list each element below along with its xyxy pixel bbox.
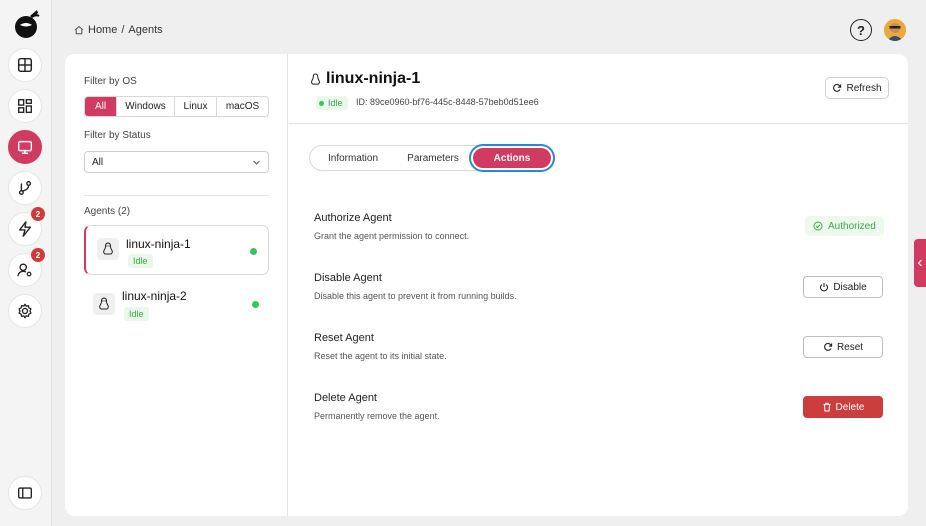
- chevron-left-icon: [917, 259, 922, 267]
- online-indicator: [250, 248, 257, 255]
- breadcrumb: Home / Agents: [74, 24, 163, 36]
- agents-count-header: Agents (2): [84, 206, 131, 217]
- logo-icon[interactable]: [10, 8, 42, 40]
- left-rail: 2 2: [0, 0, 52, 526]
- rail-users-button[interactable]: 2: [8, 248, 45, 287]
- tab-parameters[interactable]: Parameters: [394, 146, 472, 170]
- disable-label: Disable: [833, 281, 867, 293]
- rail-pipelines-button[interactable]: [8, 171, 42, 205]
- divider: [289, 123, 908, 124]
- agent-list-item[interactable]: linux-ninja-1 Idle: [84, 225, 269, 275]
- main-card: Filter by OS All Windows Linux macOS Fil…: [65, 54, 908, 516]
- tab-actions[interactable]: Actions: [473, 148, 551, 168]
- reset-button[interactable]: Reset: [803, 336, 883, 358]
- delete-button[interactable]: Delete: [803, 396, 883, 418]
- chevron-down-icon: [253, 160, 260, 165]
- help-label: ?: [857, 22, 865, 38]
- rail-agents-button[interactable]: [8, 130, 42, 164]
- os-filter-all[interactable]: All: [85, 97, 117, 116]
- rail-dashboard-button[interactable]: [8, 48, 42, 82]
- rail-settings-button[interactable]: [8, 294, 42, 328]
- agent-name: linux-ninja-2: [122, 289, 187, 303]
- delete-label: Delete: [835, 401, 865, 413]
- users-badge: 2: [31, 248, 45, 262]
- detail-tabs: Information Parameters Actions: [309, 145, 555, 171]
- breadcrumb-home[interactable]: Home: [88, 24, 117, 36]
- grid-icon: [18, 99, 32, 113]
- user-settings-icon: [17, 263, 32, 277]
- agent-id: ID: 89ce0960-bf76-445c-8448-57beb0d51ee6: [356, 97, 539, 107]
- rail-deployments-button[interactable]: 2: [8, 207, 45, 246]
- divider: [84, 195, 269, 196]
- os-filter-linux[interactable]: Linux: [175, 97, 217, 116]
- agent-list-item[interactable]: linux-ninja-2 Idle: [84, 279, 269, 329]
- rotate-icon: [824, 342, 833, 351]
- reset-agent-title: Reset Agent: [314, 332, 374, 344]
- branch-icon: [18, 181, 32, 195]
- agent-status-badge: Idle: [316, 96, 348, 110]
- disable-agent-description: Disable this agent to prevent it from ru…: [314, 291, 517, 301]
- refresh-label: Refresh: [846, 82, 882, 94]
- filter-os-label: Filter by OS: [84, 76, 137, 87]
- authorize-agent-title: Authorize Agent: [314, 212, 392, 224]
- check-circle-icon: [813, 221, 823, 231]
- linux-icon: [311, 72, 320, 85]
- refresh-button[interactable]: Refresh: [825, 77, 889, 99]
- lightning-icon: [18, 221, 32, 237]
- linux-icon: [93, 293, 115, 315]
- monitor-icon: [17, 140, 33, 155]
- side-drawer-toggle[interactable]: [914, 239, 926, 287]
- agent-status-badge: Idle: [124, 307, 149, 321]
- linux-icon: [97, 238, 119, 260]
- gear-icon: [18, 303, 32, 319]
- trash-icon: [823, 402, 831, 412]
- agent-status-badge: Idle: [128, 254, 153, 268]
- agent-title-text: linux-ninja-1: [326, 70, 421, 87]
- authorized-badge: Authorized: [805, 216, 884, 236]
- reset-label: Reset: [836, 341, 864, 353]
- os-filter-group: All Windows Linux macOS: [84, 96, 269, 117]
- reset-agent-description: Reset the agent to its initial state.: [314, 351, 447, 361]
- disable-button[interactable]: Disable: [803, 276, 883, 298]
- authorized-label: Authorized: [828, 220, 876, 232]
- refresh-icon: [833, 83, 842, 92]
- tab-information[interactable]: Information: [314, 146, 392, 170]
- os-filter-macos[interactable]: macOS: [217, 97, 268, 116]
- sidebar-toggle-button[interactable]: [8, 476, 42, 510]
- deployments-badge: 2: [31, 207, 45, 221]
- breadcrumb-separator: /: [121, 24, 125, 36]
- delete-agent-description: Permanently remove the agent.: [314, 411, 440, 421]
- agent-title: linux-ninja-1: [310, 70, 420, 88]
- os-filter-windows[interactable]: Windows: [117, 97, 175, 116]
- authorize-agent-description: Grant the agent permission to connect.: [314, 231, 470, 241]
- avatar[interactable]: [884, 19, 906, 41]
- dashboard-icon: [17, 57, 33, 73]
- home-icon: [74, 25, 84, 35]
- sidebar-toggle-icon: [18, 487, 32, 499]
- help-icon[interactable]: ?: [850, 19, 872, 41]
- agent-name: linux-ninja-1: [126, 237, 191, 251]
- power-icon: [820, 283, 829, 292]
- disable-agent-title: Disable Agent: [314, 272, 382, 284]
- delete-agent-title: Delete Agent: [314, 392, 377, 404]
- filter-status-label: Filter by Status: [84, 130, 151, 141]
- breadcrumb-current: Agents: [128, 24, 163, 36]
- status-filter-select[interactable]: All: [84, 151, 269, 173]
- rail-grid-button[interactable]: [8, 89, 42, 123]
- agents-panel: Filter by OS All Windows Linux macOS Fil…: [65, 54, 288, 516]
- online-indicator: [252, 301, 259, 308]
- status-filter-value: All: [92, 156, 104, 168]
